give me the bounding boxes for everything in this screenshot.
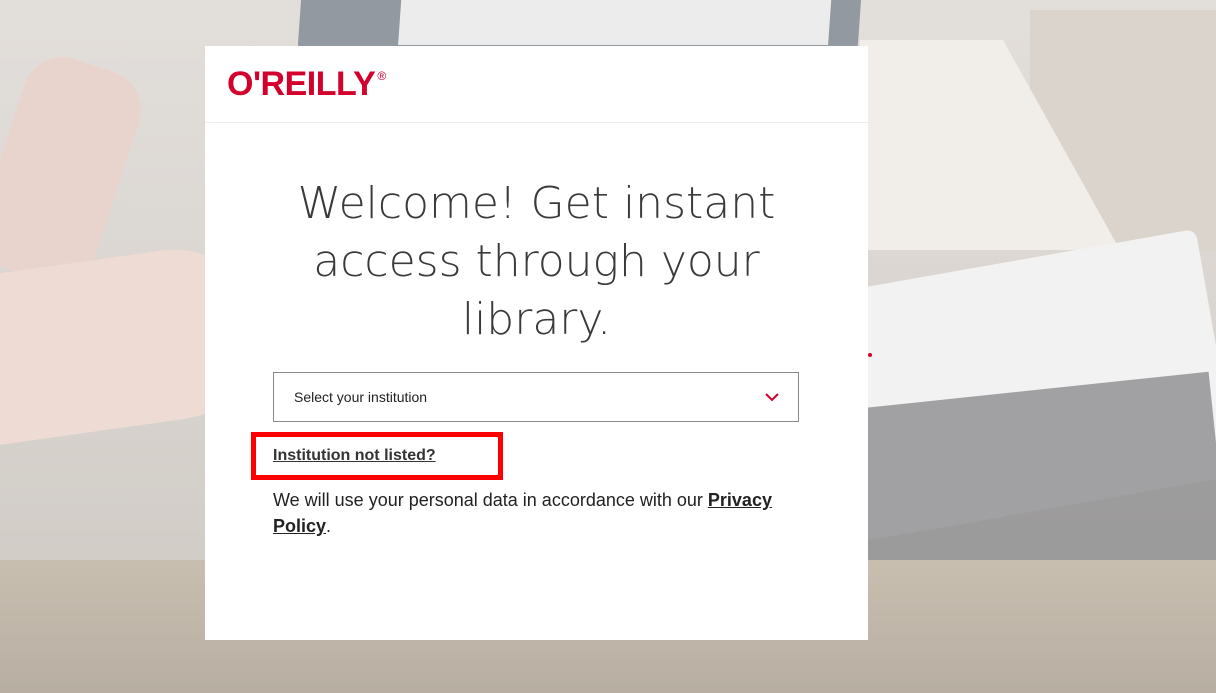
chevron-down-icon [764, 389, 780, 405]
institution-select-value: Select your institution [294, 389, 428, 405]
institution-not-listed-highlight: Institution not listed? [251, 432, 503, 480]
institution-select[interactable]: Select your institution [273, 372, 799, 422]
privacy-text: We will use your personal data in accord… [273, 490, 703, 510]
card-header: O'REILLY ® [205, 46, 868, 123]
oreilly-logo[interactable]: O'REILLY ® [227, 65, 386, 104]
privacy-notice: We will use your personal data in accord… [273, 487, 813, 539]
privacy-suffix: . [326, 516, 332, 536]
registered-mark: ® [377, 68, 386, 83]
red-dot [868, 353, 872, 357]
login-card: O'REILLY ® Welcome! Get instant access t… [205, 46, 868, 640]
logo-text: O'REILLY [227, 64, 376, 103]
welcome-headline: Welcome! Get instant access through your… [297, 178, 776, 345]
institution-not-listed-link[interactable]: Institution not listed? [273, 447, 436, 465]
